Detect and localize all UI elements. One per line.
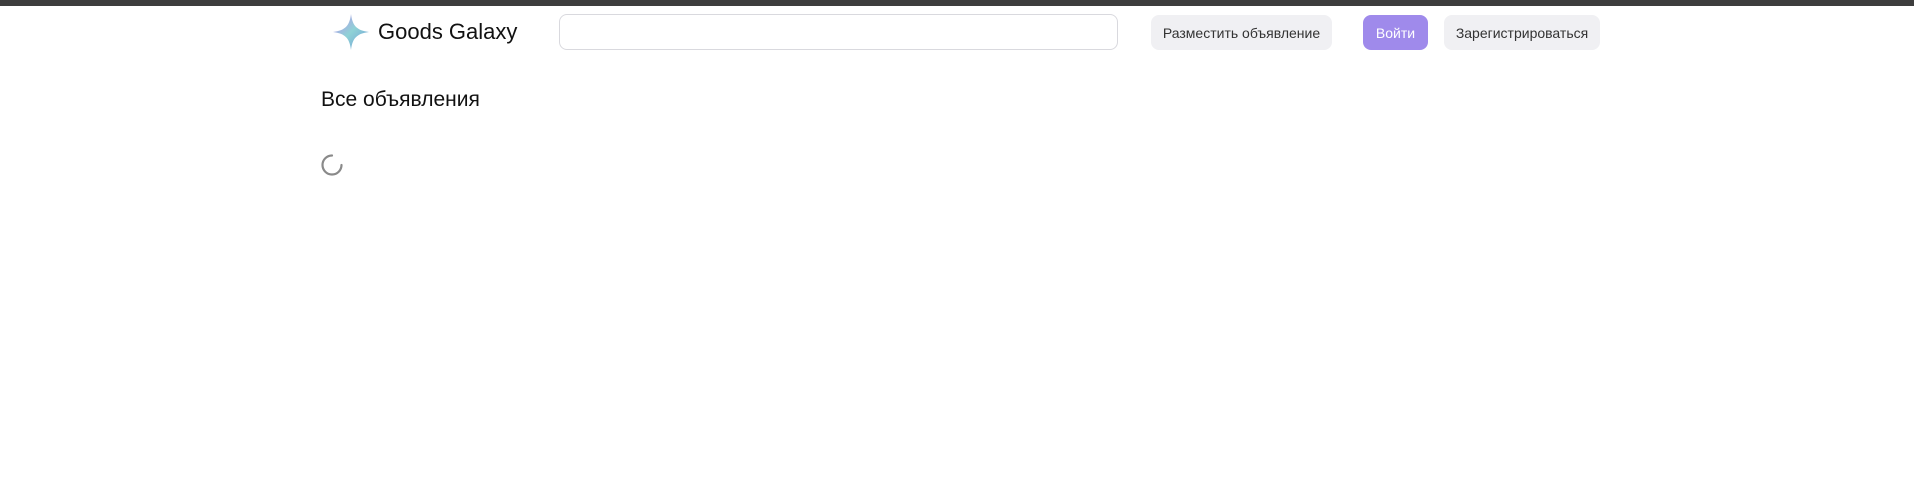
- page-title: Все объявления: [321, 88, 480, 111]
- four-point-star-icon: [333, 14, 369, 50]
- register-button[interactable]: Зарегистрироваться: [1444, 15, 1600, 50]
- post-ad-button[interactable]: Разместить объявление: [1151, 15, 1332, 50]
- login-button[interactable]: Войти: [1363, 15, 1428, 50]
- loading-spinner-icon: [321, 154, 343, 176]
- search-input[interactable]: [559, 14, 1118, 50]
- site-header: Goods Galaxy Разместить объявление Войти…: [0, 6, 1914, 58]
- brand-logo-link[interactable]: Goods Galaxy: [332, 13, 517, 51]
- brand-name: Goods Galaxy: [378, 19, 518, 44]
